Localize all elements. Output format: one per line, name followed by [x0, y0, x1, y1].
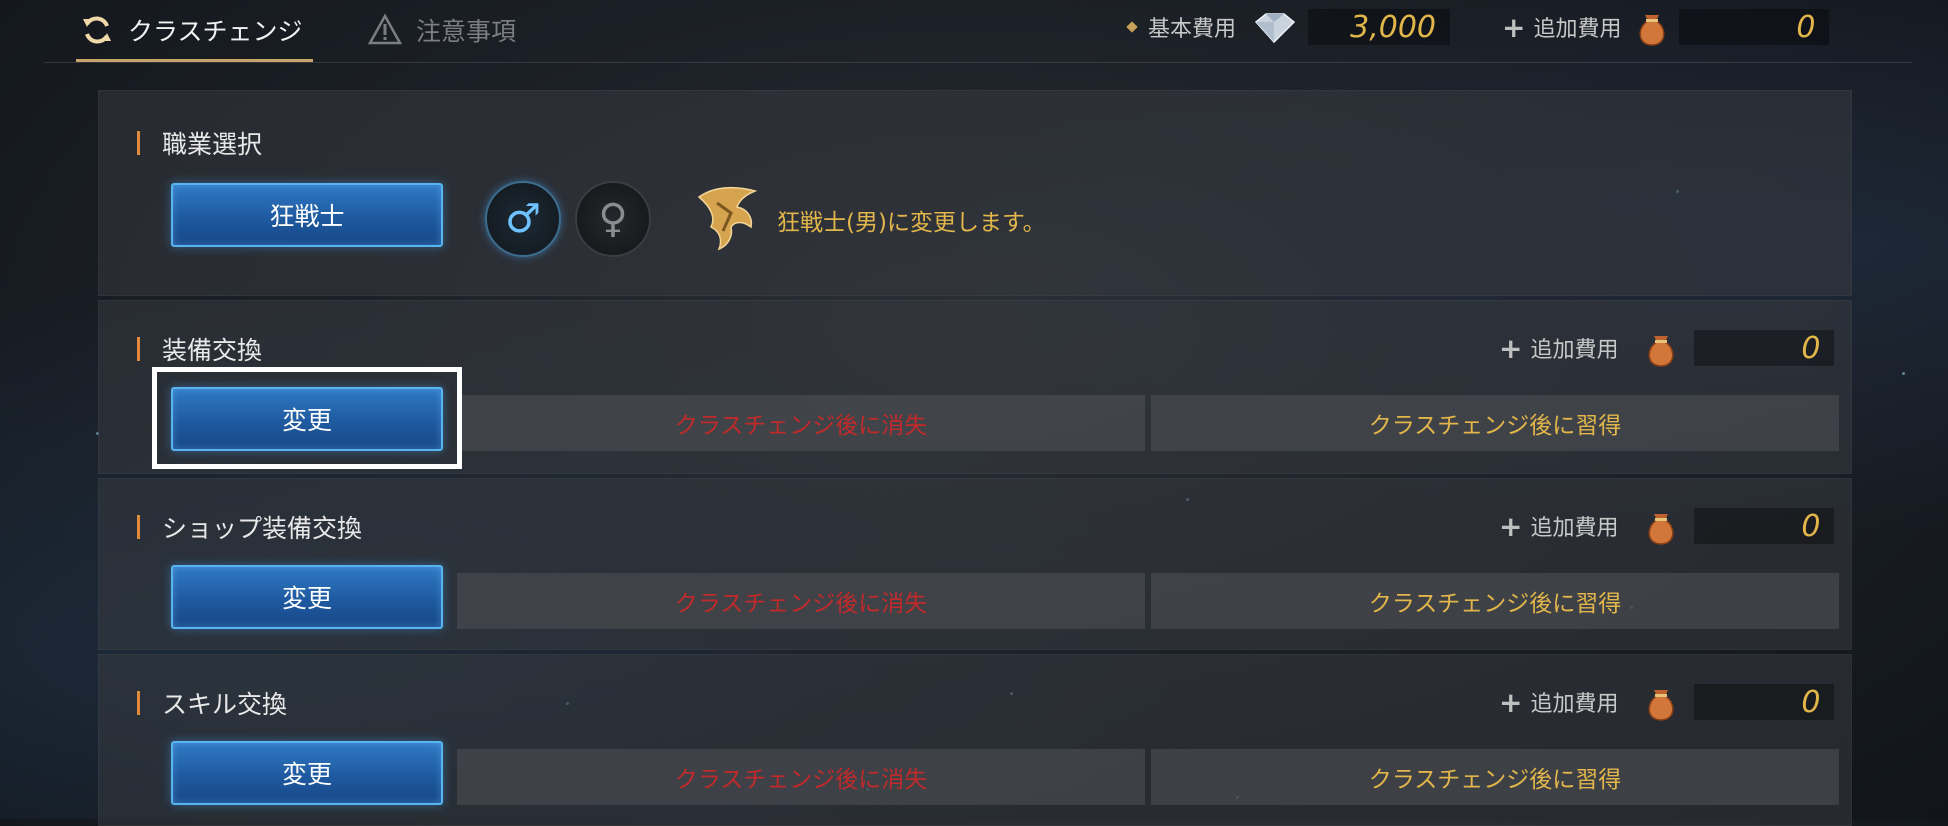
- pouch-icon: [1639, 15, 1665, 46]
- male-gender-button[interactable]: ♂: [485, 181, 561, 257]
- pouch-icon: [1648, 514, 1674, 545]
- class-change-message: 狂戦士(男)に変更します。: [777, 210, 1046, 236]
- skill-gain-slot: クラスチェンジ後に習得: [1151, 749, 1839, 805]
- pouch-icon: [1648, 690, 1674, 721]
- skill-additional-value: 0: [1694, 684, 1835, 720]
- class-select-button[interactable]: 狂戦士: [171, 183, 443, 247]
- shop-equipment-change-button[interactable]: 変更: [171, 565, 443, 629]
- plus-icon: +: [1499, 331, 1523, 365]
- shop-additional-label: 追加費用: [1530, 516, 1619, 541]
- header-additional-label-wrap: + 追加費用: [1502, 11, 1621, 44]
- berserker-class-icon: [697, 186, 758, 251]
- skill-lost-slot: クラスチェンジ後に消失: [457, 749, 1145, 805]
- shop-equipment-title-text: ショップ装備交換: [162, 514, 363, 543]
- skill-additional-cost: + 追加費用 0: [1499, 683, 1835, 721]
- job-select-title: 職業選択: [137, 125, 262, 161]
- title-accent-bar: [137, 515, 140, 539]
- highlight-frame: [152, 367, 462, 469]
- shop-additional-label-wrap: + 追加費用: [1499, 510, 1618, 543]
- skill-additional-label-wrap: + 追加費用: [1499, 686, 1618, 719]
- tab-notes[interactable]: 注意事項: [368, 0, 516, 60]
- shop-equipment-lost-slot: クラスチェンジ後に消失: [457, 573, 1145, 629]
- plus-icon: +: [1499, 509, 1523, 543]
- header-additional-label: 追加費用: [1533, 17, 1622, 42]
- base-cost-label: 基本費用: [1148, 17, 1237, 42]
- shop-additional-cost: + 追加費用 0: [1499, 507, 1835, 545]
- refresh-icon: [83, 16, 111, 44]
- base-cost-label-wrap: 基本費用: [1126, 11, 1237, 43]
- base-cost-value: 3,000: [1308, 9, 1451, 45]
- base-cost: 基本費用 3,000: [1126, 8, 1451, 46]
- tab-class-change-label: クラスチェンジ: [128, 17, 303, 46]
- warning-icon: [368, 13, 402, 45]
- shop-equipment-gain-slot: クラスチェンジ後に習得: [1151, 573, 1839, 629]
- job-select-title-text: 職業選択: [162, 130, 263, 159]
- header-additional-value: 0: [1679, 9, 1830, 45]
- header-additional-cost: + 追加費用 0: [1502, 8, 1830, 46]
- equipment-additional-label: 追加費用: [1530, 338, 1619, 363]
- equipment-exchange-title: 装備交換: [137, 331, 262, 367]
- particle: [1902, 372, 1905, 375]
- equipment-lost-slot: クラスチェンジ後に消失: [457, 395, 1145, 451]
- diamond-gem-icon: [1254, 13, 1296, 44]
- skill-change-button[interactable]: 変更: [171, 741, 443, 805]
- female-gender-button[interactable]: ♀: [575, 181, 651, 257]
- equipment-additional-value: 0: [1694, 330, 1835, 366]
- title-accent-bar: [137, 131, 140, 155]
- shop-equipment-exchange-panel: ショップ装備交換 + 追加費用 0 変更 クラスチェンジ後に消失 クラスチェンジ…: [98, 478, 1852, 650]
- tab-notes-label: 注意事項: [416, 17, 517, 46]
- job-select-panel: 職業選択 狂戦士 ♂ ♀ 狂戦士(男)に変更します。: [98, 90, 1852, 296]
- equipment-additional-label-wrap: + 追加費用: [1499, 332, 1618, 365]
- top-bar: クラスチェンジ 注意事項 基本費用 3,000 + 追加費用 0: [44, 0, 1912, 63]
- equipment-gain-slot: クラスチェンジ後に習得: [1151, 395, 1839, 451]
- shop-equipment-title: ショップ装備交換: [137, 509, 362, 545]
- skill-exchange-title: スキル交換: [137, 685, 287, 721]
- equipment-additional-cost: + 追加費用 0: [1499, 329, 1835, 367]
- title-accent-bar: [137, 337, 140, 361]
- skill-additional-label: 追加費用: [1530, 692, 1619, 717]
- shop-additional-value: 0: [1694, 508, 1835, 544]
- skill-exchange-title-text: スキル交換: [162, 690, 288, 719]
- title-accent-bar: [137, 691, 140, 715]
- skill-exchange-panel: スキル交換 + 追加費用 0 変更 クラスチェンジ後に消失 クラスチェンジ後に習…: [98, 654, 1852, 826]
- bullet-diamond-icon: [1126, 21, 1138, 33]
- plus-icon: +: [1499, 685, 1523, 719]
- equipment-exchange-title-text: 装備交換: [162, 336, 263, 365]
- plus-icon: +: [1502, 10, 1526, 44]
- pouch-icon: [1648, 336, 1674, 367]
- tab-class-change[interactable]: クラスチェンジ: [76, 0, 313, 62]
